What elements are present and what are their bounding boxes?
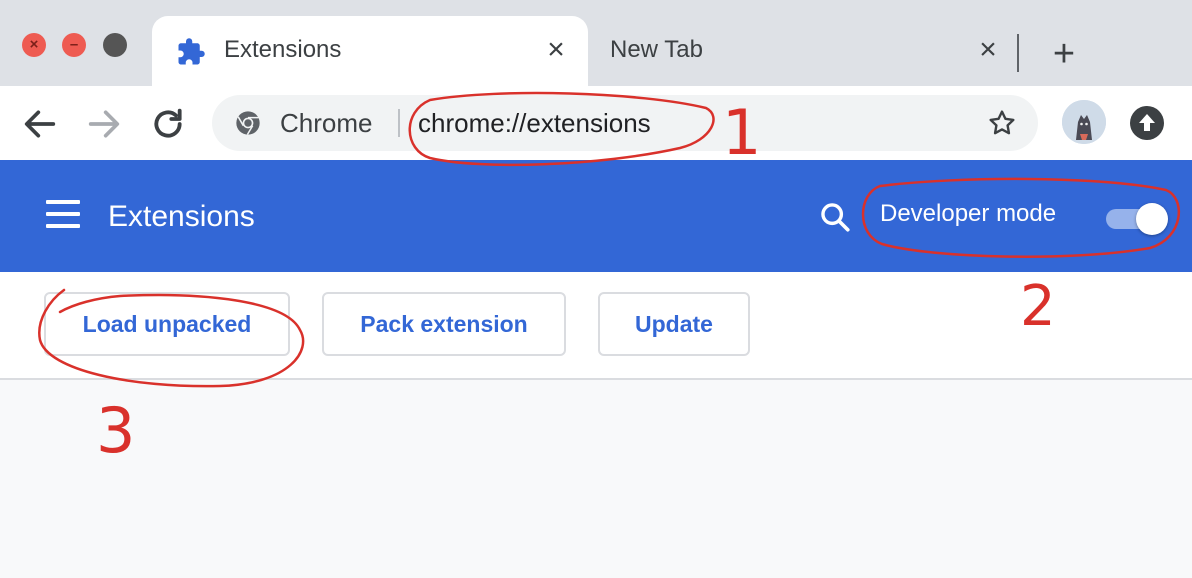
arrow-up-icon xyxy=(1139,114,1155,131)
developer-mode-label: Developer mode xyxy=(880,200,1057,227)
chrome-logo-icon xyxy=(236,111,260,135)
avatar-image xyxy=(1062,100,1106,144)
back-arrow-icon[interactable] xyxy=(20,104,60,144)
new-tab-button[interactable]: + xyxy=(1044,34,1084,74)
reload-icon[interactable] xyxy=(148,104,188,144)
search-icon[interactable] xyxy=(818,200,852,234)
tab-separator xyxy=(1017,34,1019,72)
bookmark-star-icon[interactable] xyxy=(986,107,1018,139)
url-text[interactable]: chrome://extensions xyxy=(418,108,651,139)
pack-extension-button[interactable]: Pack extension xyxy=(322,292,566,356)
page-title: Extensions xyxy=(108,200,255,233)
extensions-header: Extensions Developer mode xyxy=(0,160,1192,272)
extensions-list-area xyxy=(0,380,1192,578)
menu-hamburger-icon[interactable] xyxy=(46,200,80,230)
window-minimize-button[interactable]: – xyxy=(62,33,86,57)
tab-close-icon[interactable]: × xyxy=(972,34,1004,66)
forward-arrow-icon[interactable] xyxy=(84,104,124,144)
update-button[interactable]: Update xyxy=(598,292,750,356)
tab-strip: × – Extensions × New Tab × + xyxy=(0,0,1192,86)
puzzle-piece-icon xyxy=(178,38,205,65)
browser-toolbar: Chrome chrome://extensions xyxy=(0,86,1192,160)
load-unpacked-button[interactable]: Load unpacked xyxy=(44,292,290,356)
close-icon: × xyxy=(29,36,39,53)
developer-action-bar: Load unpacked Pack extension Update xyxy=(0,272,1192,380)
minimize-icon: – xyxy=(69,36,79,53)
update-chrome-button[interactable] xyxy=(1130,106,1164,140)
address-bar[interactable]: Chrome chrome://extensions xyxy=(212,95,1038,151)
window-maximize-button[interactable] xyxy=(103,33,127,57)
profile-avatar[interactable] xyxy=(1062,100,1106,144)
tab-close-icon[interactable]: × xyxy=(540,34,572,66)
tab-title: New Tab xyxy=(610,36,703,63)
address-divider xyxy=(398,109,400,137)
tab-new-tab[interactable]: New Tab × xyxy=(590,16,1010,86)
tab-extensions[interactable]: Extensions × xyxy=(152,16,588,86)
toggle-knob xyxy=(1136,203,1168,235)
window-close-button[interactable]: × xyxy=(22,33,46,57)
developer-mode-toggle[interactable] xyxy=(1104,202,1168,235)
tab-title: Extensions xyxy=(224,36,342,63)
origin-chip-label: Chrome xyxy=(280,108,373,138)
